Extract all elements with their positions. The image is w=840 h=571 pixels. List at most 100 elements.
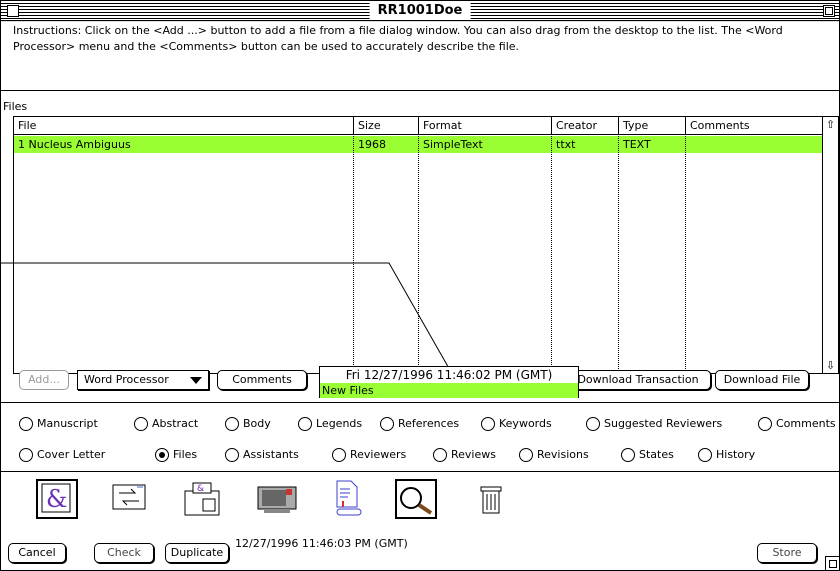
radio-button-icon[interactable]: [433, 448, 447, 462]
column-header-creator[interactable]: Creator: [552, 117, 619, 135]
tab-assistants[interactable]: Assistants: [225, 447, 299, 463]
cell-comments: [686, 136, 824, 153]
cell-type: TEXT: [623, 138, 651, 151]
fax-icon[interactable]: &: [181, 479, 223, 519]
radio-button-icon[interactable]: [225, 448, 239, 462]
tab-revisions[interactable]: Revisions: [519, 447, 589, 463]
cell-file: 1 Nucleus Ambiguus: [18, 138, 131, 151]
tab-label: States: [639, 448, 674, 461]
download-transaction-button[interactable]: Download Transaction: [565, 370, 711, 390]
cancel-button[interactable]: Cancel: [8, 543, 66, 563]
scroll-up-arrow-icon[interactable]: ⇧: [825, 119, 836, 130]
cell-creator: ttxt: [556, 138, 576, 151]
radio-button-icon[interactable]: [19, 448, 33, 462]
radio-button-icon[interactable]: [586, 417, 600, 431]
radio-button-icon[interactable]: [519, 448, 533, 462]
tab-comments[interactable]: Comments: [758, 416, 836, 432]
table-header: File Size Format Creator Type Comments: [14, 117, 824, 135]
store-button[interactable]: Store: [757, 543, 817, 563]
footer-timestamp: 12/27/1996 11:46:03 PM (GMT): [235, 537, 408, 550]
resize-handle-icon[interactable]: [825, 556, 839, 570]
tab-files[interactable]: Files: [155, 447, 197, 463]
tab-references[interactable]: References: [380, 416, 459, 432]
word-processor-icon[interactable]: &: [36, 479, 78, 519]
overlay-status: New Files: [320, 383, 578, 398]
radio-button-icon[interactable]: [332, 448, 346, 462]
column-header-comments[interactable]: Comments: [686, 117, 824, 135]
tab-label: Assistants: [243, 448, 299, 461]
magnifier-icon[interactable]: [395, 479, 437, 519]
tab-label: Abstract: [152, 417, 199, 430]
column-header-size[interactable]: Size: [354, 117, 419, 135]
cell-format: SimpleText: [423, 138, 483, 151]
tab-label: Reviews: [451, 448, 496, 461]
table-row[interactable]: 1 Nucleus Ambiguus 1968 SimpleText ttxt …: [14, 136, 824, 153]
column-divider: [618, 136, 619, 373]
instructions-text: Instructions: Click on the <Add ...> but…: [13, 24, 783, 53]
column-divider: [685, 136, 686, 373]
column-header-file[interactable]: File: [14, 117, 354, 135]
scroll-down-arrow-icon[interactable]: ⇩: [825, 360, 836, 371]
svg-text:&: &: [46, 485, 67, 513]
radio-button-icon[interactable]: [155, 448, 169, 462]
tab-body[interactable]: Body: [225, 416, 271, 432]
transfer-icon[interactable]: [109, 479, 151, 519]
radio-button-icon[interactable]: [298, 417, 312, 431]
overlay-timestamp: Fri 12/27/1996 11:46:02 PM (GMT): [345, 368, 553, 382]
tab-history[interactable]: History: [698, 447, 755, 463]
tab-label: Reviewers: [350, 448, 407, 461]
word-processor-popup[interactable]: Word Processor: [77, 370, 209, 390]
svg-text:&: &: [197, 484, 204, 494]
window-title: RR1001Doe: [369, 2, 471, 20]
cell-size: 1968: [358, 138, 386, 151]
tab-manuscript[interactable]: Manuscript: [19, 416, 98, 432]
zoom-box-icon[interactable]: [823, 5, 835, 17]
duplicate-button[interactable]: Duplicate: [165, 543, 229, 563]
radio-button-icon[interactable]: [134, 417, 148, 431]
tab-cover-letter[interactable]: Cover Letter: [19, 447, 105, 463]
radio-button-icon[interactable]: [225, 417, 239, 431]
tab-label: Keywords: [499, 417, 552, 430]
column-divider: [551, 136, 552, 373]
column-header-type[interactable]: Type: [619, 117, 686, 135]
document-stamp-icon[interactable]: [329, 479, 371, 519]
tab-reviews[interactable]: Reviews: [433, 447, 496, 463]
divider: [1, 402, 839, 403]
title-bar[interactable]: RR1001Doe: [1, 1, 839, 21]
check-button[interactable]: Check: [94, 543, 154, 563]
tab-suggested-reviewers[interactable]: Suggested Reviewers: [586, 416, 722, 432]
column-header-format[interactable]: Format: [419, 117, 552, 135]
tab-label: Manuscript: [37, 417, 98, 430]
files-section-label: Files: [3, 100, 28, 113]
tab-label: References: [398, 417, 460, 430]
tab-label: Legends: [316, 417, 363, 430]
radio-button-icon[interactable]: [698, 448, 712, 462]
computer-mail-icon[interactable]: [256, 479, 298, 519]
tab-legends[interactable]: Legends: [298, 416, 362, 432]
popup-triangle-icon: [190, 377, 202, 384]
tab-keywords[interactable]: Keywords: [481, 416, 552, 432]
tab-abstract[interactable]: Abstract: [134, 416, 198, 432]
tab-label: Revisions: [537, 448, 589, 461]
tab-label: Cover Letter: [37, 448, 106, 461]
close-box-icon[interactable]: [7, 5, 19, 17]
divider: [1, 90, 839, 91]
tab-label: History: [716, 448, 756, 461]
comments-button[interactable]: Comments: [217, 370, 307, 390]
radio-button-icon[interactable]: [380, 417, 394, 431]
radio-button-icon[interactable]: [19, 417, 33, 431]
word-processor-label: Word Processor: [84, 373, 169, 386]
table-vertical-scrollbar[interactable]: ⇧ ⇩: [822, 117, 838, 373]
timestamp-overlay: Fri 12/27/1996 11:46:02 PM (GMT) New Fil…: [319, 366, 579, 398]
tab-label: Body: [243, 417, 271, 430]
add-button[interactable]: Add...: [19, 370, 69, 390]
tab-reviewers[interactable]: Reviewers: [332, 447, 406, 463]
trash-icon[interactable]: [471, 479, 513, 519]
download-file-button[interactable]: Download File: [715, 370, 809, 390]
radio-button-icon[interactable]: [758, 417, 772, 431]
tab-label: Files: [173, 448, 198, 461]
tab-label: Suggested Reviewers: [604, 417, 723, 430]
radio-button-icon[interactable]: [621, 448, 635, 462]
tab-states[interactable]: States: [621, 447, 674, 463]
radio-button-icon[interactable]: [481, 417, 495, 431]
